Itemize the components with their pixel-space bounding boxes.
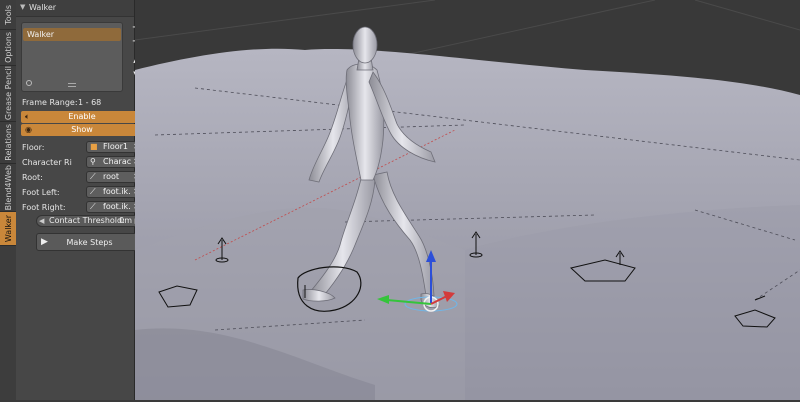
- walker-panel: ▼ Walker Walker + − ▲ ▼ Frame Range: 1 -…: [16, 0, 143, 400]
- tab-tools[interactable]: Tools: [0, 0, 16, 30]
- floor-value: Floor1: [103, 142, 128, 151]
- tab-label: Options: [3, 32, 13, 63]
- enable-button[interactable]: 🔈︎ Enable: [21, 111, 143, 123]
- make-steps-button[interactable]: ▶ Make Steps: [36, 233, 143, 251]
- root-value: root: [103, 172, 120, 181]
- walker-list[interactable]: Walker: [21, 22, 123, 92]
- tab-label: Blend4Web: [3, 164, 13, 211]
- contact-threshold-field[interactable]: ◀ Contact Threshold: 0m ▶: [36, 215, 143, 227]
- filter-circle-icon[interactable]: [26, 80, 32, 86]
- tab-grease-pencil[interactable]: Grease Pencil: [0, 66, 16, 122]
- tab-walker[interactable]: Walker: [0, 212, 16, 246]
- bone-icon: ⟋: [90, 172, 96, 181]
- foot-right-label: Foot Right:: [22, 203, 66, 212]
- panel-header[interactable]: ▼ Walker: [16, 0, 134, 17]
- contact-threshold-label: Contact Threshold:: [49, 216, 125, 225]
- armature-icon: ⚲: [90, 157, 96, 166]
- root-label: Root:: [22, 173, 43, 182]
- enable-label: Enable: [68, 112, 96, 121]
- collapse-triangle-icon[interactable]: ▼: [20, 3, 25, 11]
- character-rig-value: Characte: [103, 157, 131, 166]
- show-button[interactable]: ◉ Show: [21, 124, 143, 136]
- bone-icon: ⟋: [90, 202, 96, 211]
- tab-blend4web[interactable]: Blend4Web: [0, 164, 16, 212]
- tab-options[interactable]: Options: [0, 30, 16, 66]
- tab-label: Grease Pencil: [3, 66, 13, 121]
- floor-label: Floor:: [22, 143, 45, 152]
- panel-title: Walker: [29, 3, 57, 12]
- bone-icon: ⟋: [90, 187, 96, 196]
- cube-icon: ■: [90, 142, 98, 151]
- tab-label: Walker: [3, 214, 13, 243]
- foot-left-label: Foot Left:: [22, 188, 60, 197]
- make-steps-label: Make Steps: [66, 238, 113, 247]
- frame-range-value: 1 - 68: [78, 98, 102, 107]
- resize-grip-icon[interactable]: [68, 83, 76, 87]
- tab-label: Relations: [3, 124, 13, 161]
- frame-range-label: Frame Range:: [22, 98, 78, 107]
- foot-left-value: foot.ik.L: [103, 187, 131, 196]
- tab-relations[interactable]: Relations: [0, 122, 16, 164]
- decrement-arrow-icon[interactable]: ◀: [39, 216, 44, 226]
- contact-threshold-value: 0m: [119, 216, 132, 225]
- eye-icon: ◉: [25, 125, 32, 134]
- 3d-viewport[interactable]: [134, 0, 800, 401]
- show-label: Show: [71, 125, 93, 134]
- speaker-icon: 🔈︎: [25, 112, 30, 121]
- list-item[interactable]: Walker: [23, 28, 121, 41]
- tab-label: Tools: [3, 4, 13, 25]
- character-rig-label: Character Ri: [22, 158, 72, 167]
- foot-right-value: foot.ik.R: [103, 202, 131, 211]
- tool-shelf-tabs: Tools Options Grease Pencil Relations Bl…: [0, 0, 17, 400]
